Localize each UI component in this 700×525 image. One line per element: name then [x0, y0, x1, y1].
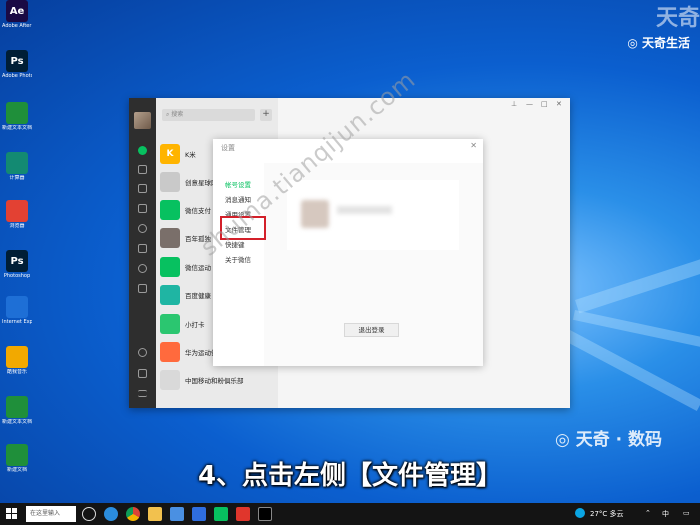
windows-start-button[interactable]	[6, 508, 17, 519]
chat-name: K米	[185, 151, 196, 159]
app-icon[interactable]	[192, 507, 206, 521]
profile-avatar	[301, 200, 329, 228]
chat-avatar-icon	[160, 342, 180, 362]
chat-avatar-icon: K	[160, 144, 180, 164]
settings-dialog: 设置 ✕ 帐号设置 消息通知 通用设置 文件管理 快捷键 关于微信 退出登录	[213, 139, 483, 366]
task-view-icon[interactable]	[82, 507, 96, 521]
desktop-icon[interactable]: Ps Photoshop	[2, 250, 32, 279]
desktop-icon[interactable]: 浏览器	[2, 200, 32, 229]
chat-name: 中国移动和粉俱乐部	[185, 377, 244, 385]
desktop-icon-label: 浏览器	[9, 223, 25, 229]
wechat-sidebar	[129, 98, 156, 408]
desktop-icon-label: 计算器	[9, 175, 25, 181]
brand-logo-icon: ◎	[627, 36, 642, 50]
brand-watermark-bottom: ◎ 天奇 · 数码	[555, 430, 663, 450]
settings-close-button[interactable]: ✕	[470, 141, 477, 150]
minimize-button[interactable]: —	[526, 100, 533, 108]
favorites-icon[interactable]	[138, 184, 147, 193]
contacts-icon[interactable]	[138, 165, 147, 174]
avatar[interactable]	[134, 112, 151, 129]
phone-icon[interactable]	[138, 348, 147, 357]
chat-name: 微信支付	[185, 207, 211, 215]
desktop-app-icon	[6, 296, 28, 318]
mini-program-icon[interactable]	[138, 284, 147, 293]
desktop-app-icon	[6, 346, 28, 368]
logout-button[interactable]: 退出登录	[344, 323, 399, 337]
profile-name-blurred	[337, 206, 392, 214]
desktop-app-icon: Ae	[6, 0, 28, 22]
close-button[interactable]: ✕	[556, 100, 562, 108]
brand-watermark-large: 天奇	[655, 6, 700, 31]
maximize-button[interactable]: □	[541, 100, 548, 108]
chat-avatar-icon	[160, 257, 180, 277]
network-icon[interactable]: ⌃	[645, 509, 651, 517]
desktop-icon-label: Adobe After Effects 2022	[2, 23, 32, 29]
pin-button[interactable]: ⊥	[511, 100, 517, 108]
desktop-icon-label: Photoshop	[3, 273, 31, 279]
settings-nav-item[interactable]: 关于微信	[225, 254, 251, 264]
desktop-icon-label: 新建文本文档	[2, 125, 32, 131]
wallpaper-beam	[575, 256, 700, 314]
settings-title: 设置	[221, 144, 235, 152]
tutorial-caption: 4、点击左侧【文件管理】	[197, 461, 503, 491]
desktop-icon[interactable]: 酷我音乐	[2, 346, 32, 375]
channels-icon[interactable]	[138, 244, 147, 253]
chat-avatar-icon	[160, 172, 180, 192]
chat-avatar-icon	[160, 285, 180, 305]
folder-icon[interactable]	[138, 204, 147, 213]
chat-avatar-icon	[160, 314, 180, 334]
search-input[interactable]: ⌕ 搜索	[162, 109, 255, 121]
mobile-icon[interactable]	[138, 369, 147, 378]
add-button[interactable]: +	[260, 109, 272, 121]
profile-card	[287, 180, 459, 250]
desktop-icon[interactable]: Internet Explorer	[2, 296, 32, 325]
settings-nav-item[interactable]: 帐号设置	[225, 179, 251, 189]
edge-icon[interactable]	[104, 507, 118, 521]
capcut-icon[interactable]	[258, 507, 272, 521]
tray-app-icon[interactable]	[575, 508, 585, 518]
desktop-icon-label: Adobe Photoshop	[2, 73, 32, 79]
desktop-icon[interactable]: 新建文本文档	[2, 102, 32, 131]
desktop-app-icon: Ps	[6, 50, 28, 72]
desktop-app-icon	[6, 396, 28, 418]
moments-icon[interactable]	[138, 224, 147, 233]
desktop-icon[interactable]: PsAdobe Photoshop	[2, 50, 32, 79]
taskbar-search-input[interactable]: 在这里输入	[26, 506, 76, 522]
input-language[interactable]: 中	[662, 509, 669, 519]
brand-logo-icon: ◎	[555, 430, 576, 450]
chat-name: 微信运动	[185, 264, 211, 272]
chat-icon[interactable]	[138, 146, 147, 155]
desktop-icon-label: 新建文本文档	[2, 419, 32, 425]
chrome-icon[interactable]	[126, 507, 140, 521]
desktop-icon[interactable]: 新建文本文档	[2, 396, 32, 425]
desktop-icon[interactable]: 计算器	[2, 152, 32, 181]
chat-list-item[interactable]: 中国移动和粉俱乐部	[156, 368, 278, 392]
search-feature-icon[interactable]	[138, 264, 147, 273]
desktop-icon[interactable]: AeAdobe After Effects 2022	[2, 0, 32, 29]
chat-avatar-icon	[160, 228, 180, 248]
taskbar: 在这里输入 27°C 多云 ⌃ 中 ▭	[0, 503, 700, 525]
account-settings-pane: 退出登录	[264, 163, 483, 366]
wechat-taskbar-icon[interactable]	[214, 507, 228, 521]
wps-icon[interactable]	[236, 507, 250, 521]
desktop-app-icon	[6, 102, 28, 124]
chat-avatar-icon	[160, 200, 180, 220]
desktop-icon-label: 酷我音乐	[6, 369, 27, 375]
desktop-icon-label: Internet Explorer	[2, 319, 32, 325]
weather-widget[interactable]: 27°C 多云	[590, 509, 624, 519]
chat-avatar-icon	[160, 370, 180, 390]
file-explorer-icon[interactable]	[148, 507, 162, 521]
desktop-app-icon	[6, 152, 28, 174]
chat-name: 百度健康	[185, 292, 211, 300]
desktop-app-icon: Ps	[6, 250, 28, 272]
menu-icon[interactable]	[138, 390, 147, 397]
desktop-app-icon	[6, 200, 28, 222]
chat-name: 小打卡	[185, 321, 205, 329]
notification-icon[interactable]: ▭	[683, 509, 690, 517]
store-icon[interactable]	[170, 507, 184, 521]
brand-watermark-top: ◎ 天奇生活	[627, 36, 690, 50]
